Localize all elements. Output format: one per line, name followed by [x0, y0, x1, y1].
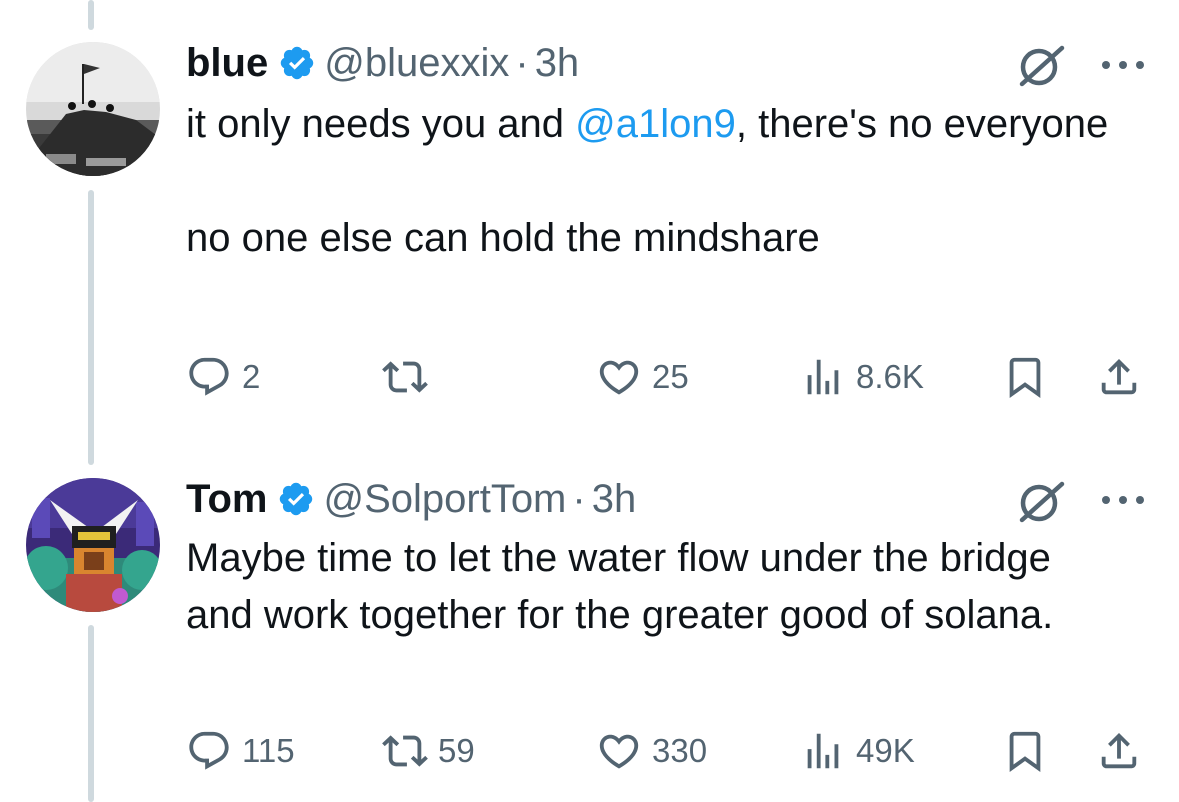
bookmark-icon — [1009, 357, 1041, 398]
tweet-body: it only needs you and @a1lon9, there's n… — [186, 96, 1146, 267]
tweet-header: Tom @SolportTom · 3h — [186, 474, 636, 524]
views-icon — [807, 359, 839, 395]
timestamp[interactable]: 3h — [535, 41, 580, 86]
reply-count: 2 — [242, 358, 261, 395]
author-handle[interactable]: @SolportTom — [323, 477, 566, 522]
tweet-blue[interactable]: blue @bluexxix · 3h it only needs you an… — [0, 0, 1179, 440]
tweet-text-part: it only needs you and — [186, 102, 576, 146]
more-icon[interactable] — [1098, 55, 1148, 75]
retweet-icon — [382, 361, 428, 393]
bookmark-icon — [1009, 731, 1041, 772]
views-button[interactable]: 8.6K — [800, 352, 924, 402]
author-name[interactable]: blue — [186, 41, 268, 86]
tweet-tom[interactable]: Tom @SolportTom · 3h Maybe time to let t… — [0, 440, 1179, 802]
like-button[interactable]: 25 — [596, 352, 689, 402]
separator: · — [572, 476, 586, 521]
retweet-icon — [382, 735, 428, 767]
tweet-paragraph-2: no one else can hold the mindshare — [186, 216, 820, 260]
share-button[interactable] — [1096, 352, 1142, 402]
retweet-count: 59 — [438, 732, 475, 769]
avatar-blue[interactable] — [26, 42, 160, 176]
timestamp[interactable]: 3h — [592, 477, 637, 522]
like-button[interactable]: 330 — [596, 726, 707, 776]
like-icon — [599, 360, 639, 395]
grok-icon[interactable] — [1010, 476, 1072, 526]
tweet-paragraph-1: it only needs you and @a1lon9, there's n… — [186, 96, 1146, 153]
reply-count: 115 — [242, 732, 295, 769]
reply-button[interactable]: 115 — [186, 726, 295, 776]
reply-icon — [189, 357, 229, 396]
bookmark-button[interactable] — [1002, 352, 1048, 402]
views-count: 8.6K — [856, 358, 924, 395]
bookmark-button[interactable] — [1002, 726, 1048, 776]
separator: · — [515, 40, 529, 85]
views-icon — [807, 733, 839, 769]
like-count: 330 — [652, 732, 708, 769]
verified-badge-icon — [281, 46, 314, 80]
like-icon — [599, 734, 639, 769]
views-button[interactable]: 49K — [800, 726, 915, 776]
author-name[interactable]: Tom — [186, 477, 267, 522]
mention-link[interactable]: @a1lon9 — [575, 102, 736, 146]
share-icon — [1101, 732, 1137, 769]
like-count: 25 — [652, 358, 689, 395]
avatar-tom[interactable] — [26, 478, 160, 612]
tweet-header: blue @bluexxix · 3h — [186, 38, 579, 88]
more-icon[interactable] — [1098, 490, 1148, 510]
share-button[interactable] — [1096, 726, 1142, 776]
tweet-body: Maybe time to let the water flow under t… — [186, 530, 1116, 644]
retweet-button[interactable] — [382, 352, 438, 402]
verified-badge-icon — [280, 482, 313, 516]
grok-icon[interactable] — [1010, 40, 1072, 90]
tweet-text-part: , there's no everyone — [735, 102, 1109, 146]
action-bar: 2 25 8.6K — [0, 352, 1179, 402]
reply-icon — [189, 731, 229, 770]
views-count: 49K — [856, 732, 915, 769]
action-bar: 115 59 330 49K — [0, 726, 1179, 776]
author-handle[interactable]: @bluexxix — [324, 41, 509, 86]
paragraph-spacer — [186, 153, 1146, 210]
share-icon — [1101, 358, 1137, 395]
retweet-button[interactable]: 59 — [382, 726, 475, 776]
reply-button[interactable]: 2 — [186, 352, 260, 402]
tweet-paragraph-1: Maybe time to let the water flow under t… — [186, 536, 1054, 637]
